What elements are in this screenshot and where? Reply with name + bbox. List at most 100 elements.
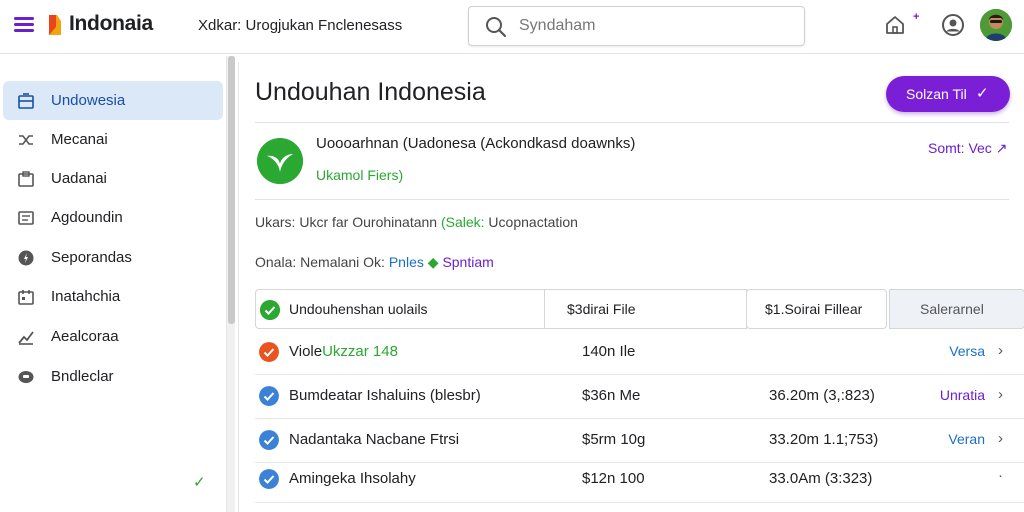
meta-line-users-suffix: Ucopnactation (484, 214, 578, 230)
column-header-name[interactable]: Undouhenshan uolails (255, 289, 545, 329)
compass-icon (18, 250, 34, 266)
scrollbar-thumb[interactable] (228, 56, 235, 324)
divider (255, 122, 1009, 123)
row-action-link[interactable]: Versa (949, 343, 985, 359)
sidebar-item-uadanai[interactable]: Uadanai (3, 159, 223, 198)
leaf-icon (257, 138, 303, 184)
sidebar-item-inatahchia[interactable]: Inatahchia (3, 277, 223, 316)
chevron-right-icon[interactable]: › (998, 430, 1003, 447)
sidebar-item-seporandas[interactable]: Seporandas (3, 238, 223, 277)
sort-link-label: Somt: Vec (928, 140, 992, 156)
check-circle-icon (259, 469, 279, 489)
divider (255, 199, 1009, 200)
column-header-label: Undouhenshan uolails (289, 301, 428, 317)
status-dot-icon (259, 342, 279, 362)
sidebar-scrollbar[interactable] (226, 56, 235, 512)
table-row[interactable]: Bumdeatar Ishaluins (blesbr) $36n Me 36.… (255, 375, 1024, 419)
menu-icon[interactable] (14, 15, 36, 33)
chevron-right-icon[interactable]: › (998, 386, 1003, 403)
sidebar-item-bndlecar[interactable]: Bndleclar (3, 357, 223, 396)
meta-line-users-status: (Salek: (440, 214, 485, 230)
avatar-image (980, 9, 1012, 41)
sidebar-item-undowesia[interactable]: Undowesia (3, 81, 223, 120)
sidebar-item-label: Aealcoraa (51, 328, 119, 345)
meta-line-users: Ukars: Ukcr far Ourohinatann (Salek: Uco… (255, 214, 578, 230)
row-name: Bumdeatar Ishaluins (blesbr) (289, 387, 481, 404)
table-header: Undouhenshan uolails $3dirai File $1.Soi… (255, 289, 1024, 329)
inbox-icon (18, 93, 34, 109)
meta-line-owner-prefix: Onala: Nemalani Ok: (255, 254, 385, 270)
arrow-icon: ↗ (995, 140, 1008, 156)
column-header-label: $3dirai File (567, 301, 636, 317)
primary-action-button[interactable]: Solzan Til ✓ (886, 76, 1010, 112)
sidebar-item-mecanai[interactable]: Mecanai (3, 120, 223, 159)
meta-link-spam[interactable]: Spntiam (442, 254, 493, 270)
search-icon (486, 17, 507, 38)
primary-action-label: Solzan Til (906, 86, 967, 102)
search-input[interactable] (519, 15, 789, 37)
app-logo-icon (49, 15, 61, 35)
search-box[interactable] (468, 6, 805, 46)
sidebar-item-label: Agdoundin (51, 209, 123, 226)
home-icon[interactable] (884, 14, 906, 36)
row-date: 33.0Am (3:323) (769, 470, 873, 487)
row-size: $12n 100 (582, 470, 645, 487)
check-icon: ✓ (976, 85, 989, 102)
table-row[interactable]: Amingeka Ihsolahy $12n 100 33.0Am (3:323… (255, 461, 1024, 503)
main-content: Undouhan Indonesia Solzan Til ✓ Uoooarhn… (238, 62, 1024, 512)
row-action-link[interactable]: Unratia (940, 387, 985, 403)
meta-line-owner: Onala: Nemalani Ok: Pnles ◆ Spntiam (255, 254, 494, 271)
more-dot-icon[interactable]: · (998, 467, 1003, 484)
table-row[interactable]: VioleUkzzar 148 140n Ile Versa › (255, 331, 1024, 375)
sort-link[interactable]: Somt: Vec ↗ (928, 140, 1007, 157)
calendar-icon (18, 290, 34, 305)
folder-icon (18, 171, 34, 187)
table-row[interactable]: Nadantaka Nacbane Ftrsi $5rm 10g 33.20m … (255, 419, 1024, 463)
add-icon[interactable]: + (913, 11, 919, 23)
meta-line-users-prefix: Ukars: Ukcr far Ourohinatann (255, 214, 438, 230)
row-size: $36n Me (582, 387, 641, 404)
sidebar: Undowesia Mecanai Uadanai Agdoundin Sepo… (0, 55, 230, 512)
column-header-label: $1.Soirai Fillear (765, 301, 863, 317)
row-name: VioleUkzzar 148 (289, 343, 398, 360)
row-name: Nadantaka Nacbane Ftrsi (289, 431, 460, 448)
sidebar-item-label: Uadanai (51, 170, 107, 187)
archive-icon (18, 371, 34, 383)
file-name: Uoooarhnan (Uadonesa (Ackondkasd doawnks… (316, 135, 636, 152)
row-name-text: Viole (289, 343, 323, 360)
check-circle-icon[interactable] (260, 300, 280, 320)
sidebar-item-label: Inatahchia (51, 288, 121, 305)
chart-icon (18, 331, 34, 345)
chevron-right-icon[interactable]: › (998, 342, 1003, 359)
diamond-icon: ◆ (427, 254, 439, 270)
sidebar-item-label: Seporandas (51, 249, 132, 266)
app-name[interactable]: Indonaia (69, 12, 153, 36)
row-name: Amingeka Ihsolahy (289, 470, 416, 487)
page-title: Undouhan Indonesia (255, 78, 486, 106)
row-size: $5rm 10g (582, 431, 646, 448)
meta-link-files[interactable]: Pnles (389, 254, 424, 270)
column-header-date[interactable]: $1.Soirai Fillear (746, 289, 887, 329)
row-date: 36.20m (3,:823) (769, 387, 875, 404)
top-bar: Indonaia Xdkar: Urogjukan Fnclenesass + (0, 0, 1024, 54)
sidebar-item-label: Undowesia (51, 92, 126, 109)
column-header-action[interactable]: Salerarnel (889, 289, 1024, 329)
sidebar-item-aealcoraa[interactable]: Aealcoraa (3, 317, 223, 356)
list-icon (18, 211, 34, 225)
row-name-tag: Ukzzar 148 (322, 343, 398, 360)
account-icon[interactable] (941, 13, 965, 37)
sidebar-item-agdoundin[interactable]: Agdoundin (3, 198, 223, 237)
column-header-size[interactable]: $3dirai File (544, 289, 747, 329)
shuffle-icon (19, 135, 33, 145)
breadcrumb: Xdkar: Urogjukan Fnclenesass (198, 17, 403, 34)
column-header-label: Salerarnel (920, 301, 984, 317)
sidebar-item-label: Mecanai (51, 131, 108, 148)
check-circle-icon (259, 386, 279, 406)
checkmark-icon: ✓ (193, 474, 206, 491)
file-subtitle: Ukamol Fiers) (316, 167, 404, 183)
row-size: 140n Ile (582, 343, 636, 360)
check-circle-icon (259, 430, 279, 450)
row-action-link[interactable]: Veran (948, 431, 985, 447)
avatar[interactable] (980, 9, 1012, 41)
sidebar-item-label: Bndleclar (51, 368, 114, 385)
